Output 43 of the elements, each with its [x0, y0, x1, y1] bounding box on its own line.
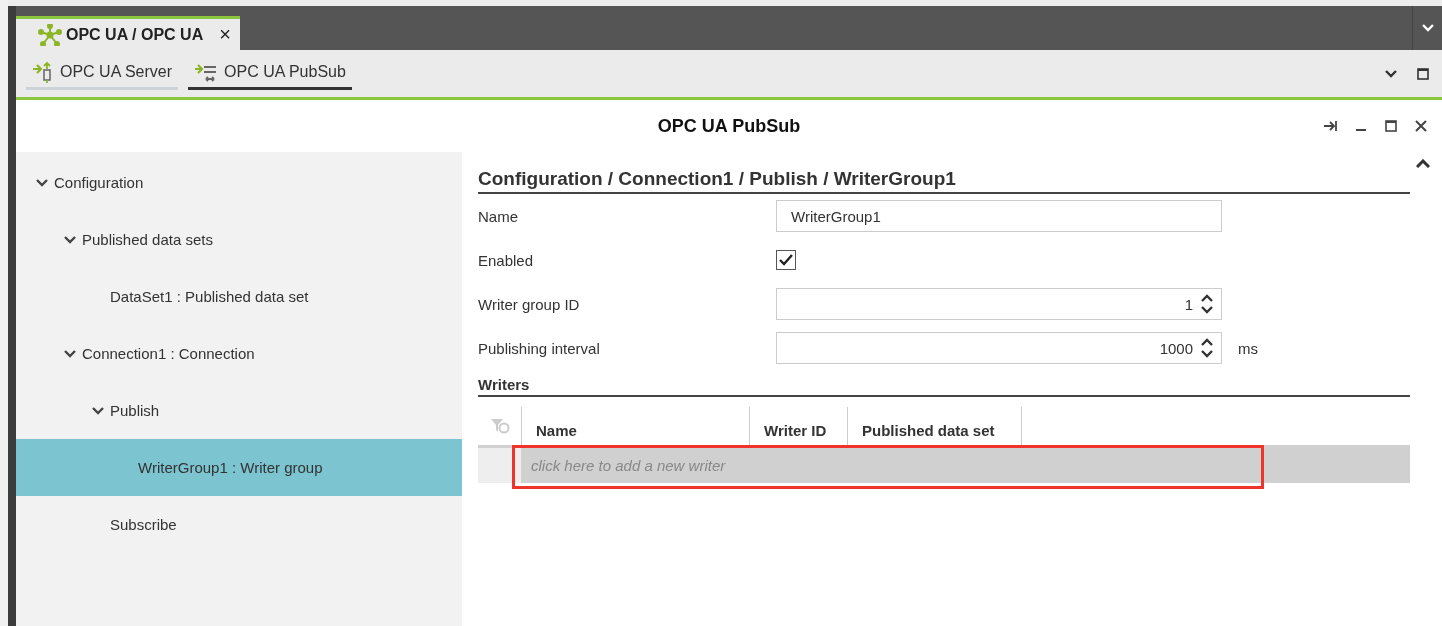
- field-label: Name: [478, 207, 519, 225]
- tree-item[interactable]: Publish: [16, 382, 462, 439]
- unit-label: ms: [1238, 339, 1258, 357]
- chevron-down-icon: [36, 178, 48, 187]
- minimize-icon: [1356, 129, 1366, 131]
- tree-item[interactable]: Connection1 : Connection: [16, 325, 462, 382]
- tree-item[interactable]: Configuration: [16, 154, 462, 211]
- chevron-down-icon: [92, 406, 104, 415]
- network-hub-icon: [38, 23, 62, 46]
- maximize-icon: [1385, 120, 1397, 132]
- tree-item[interactable]: DataSet1 : Published data set: [16, 268, 462, 325]
- breadcrumb-heading: Configuration / Connection1 / Publish / WriterGroup1: [478, 168, 1410, 194]
- section-heading: Writers: [478, 376, 1410, 397]
- chevron-down-icon: [1385, 69, 1397, 78]
- close-icon: [1415, 120, 1427, 132]
- field-label: Writer group ID: [478, 295, 581, 313]
- number-spinner-field[interactable]: 1000: [776, 332, 1222, 364]
- maximize-icon: [1417, 67, 1429, 80]
- text-field[interactable]: WriterGroup1: [776, 200, 1222, 232]
- pubsub-arrows-icon: [194, 61, 219, 83]
- tree-item[interactable]: Subscribe: [16, 496, 462, 553]
- column-header[interactable]: Published data set: [847, 407, 1021, 445]
- field-label: Publishing interval: [478, 339, 601, 357]
- pin-icon: [1324, 120, 1338, 132]
- server-upload-icon: [32, 61, 54, 83]
- number-spinner-field[interactable]: 1: [776, 288, 1222, 320]
- spinner-arrows-icon[interactable]: [1201, 337, 1213, 359]
- spinner-arrows-icon[interactable]: [1201, 293, 1213, 315]
- chevron-down-icon: [64, 349, 76, 358]
- chevron-down-icon: [1421, 24, 1434, 32]
- chevron-down-icon: [64, 235, 76, 244]
- chevron-up-icon: [1416, 158, 1430, 168]
- checkbox[interactable]: [776, 250, 796, 270]
- field-label: Enabled: [478, 251, 535, 269]
- column-header[interactable]: Writer ID: [749, 407, 847, 445]
- panel-title: OPC UA PubSub: [657, 115, 801, 137]
- close-tab-button[interactable]: ×: [215, 23, 235, 46]
- editor-tab[interactable]: OPC UA / OPC UA ×: [16, 16, 240, 50]
- editor-sub-tab[interactable]: OPC UA Server: [26, 57, 179, 90]
- tree-item[interactable]: WriterGroup1 : Writer group: [16, 439, 462, 496]
- editor-sub-tab[interactable]: OPC UA PubSub: [188, 57, 352, 90]
- column-header[interactable]: Name: [521, 407, 749, 445]
- tree-item[interactable]: Published data sets: [16, 211, 462, 268]
